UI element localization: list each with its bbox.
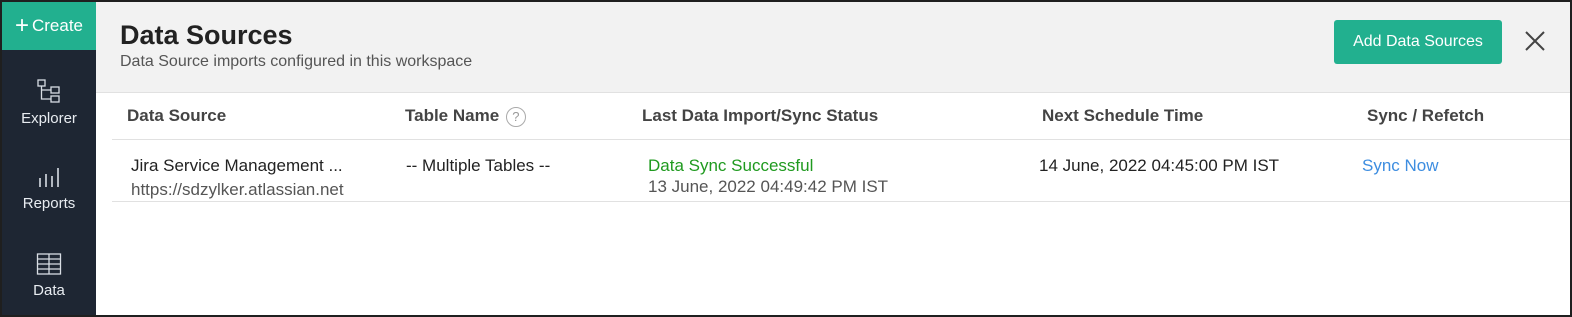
sync-status-time: 13 June, 2022 04:49:42 PM IST: [648, 177, 889, 196]
sidebar-item-reports[interactable]: Reports: [2, 148, 96, 228]
sync-status: Data Sync Successful: [648, 156, 814, 175]
plus-icon: +: [14, 12, 29, 39]
create-label: Create: [31, 16, 84, 35]
table-name-value: -- Multiple Tables --: [406, 156, 551, 175]
sync-now-link[interactable]: Sync Now: [1362, 156, 1439, 176]
column-header-data-source: Data Source: [127, 106, 227, 125]
column-header-table-name: Table Name ?: [405, 106, 526, 127]
table-header: Data Source Table Name ? Last Data Impor…: [112, 94, 1570, 140]
sidebar-item-data[interactable]: Data: [2, 235, 96, 315]
page-subtitle: Data Source imports configured in this w…: [120, 53, 473, 70]
reports-icon: [37, 165, 61, 195]
page-title: Data Sources: [120, 20, 293, 50]
sidebar-item-explorer[interactable]: Explorer: [2, 62, 96, 142]
explorer-icon: [36, 78, 62, 110]
add-data-sources-button[interactable]: Add Data Sources: [1334, 20, 1502, 64]
data-icon: [36, 252, 62, 282]
data-source-name[interactable]: Jira Service Management ...: [131, 156, 343, 176]
help-icon[interactable]: ?: [505, 106, 526, 127]
sidebar-item-label: Data: [33, 281, 65, 299]
column-header-sync-status: Last Data Import/Sync Status: [642, 106, 879, 125]
column-header-sync-refetch: Sync / Refetch: [1367, 106, 1485, 125]
create-button[interactable]: + Create: [2, 2, 96, 50]
data-source-url: https://sdzylker.atlassian.net: [131, 180, 344, 199]
close-icon[interactable]: [1522, 28, 1548, 54]
page-header: Data Sources Data Source imports configu…: [96, 2, 1570, 93]
column-header-label: Table Name: [405, 106, 500, 125]
sidebar-item-label: Reports: [22, 194, 76, 212]
app-frame: + Create Explorer Reports Data Data Sour…: [0, 0, 1572, 317]
column-header-next-schedule: Next Schedule Time: [1042, 106, 1204, 125]
table-row: Jira Service Management ... https://sdzy…: [112, 141, 1570, 202]
sidebar: + Create Explorer Reports Data: [2, 2, 96, 315]
next-schedule-time: 14 June, 2022 04:45:00 PM IST: [1039, 156, 1280, 175]
sidebar-item-label: Explorer: [21, 109, 77, 127]
